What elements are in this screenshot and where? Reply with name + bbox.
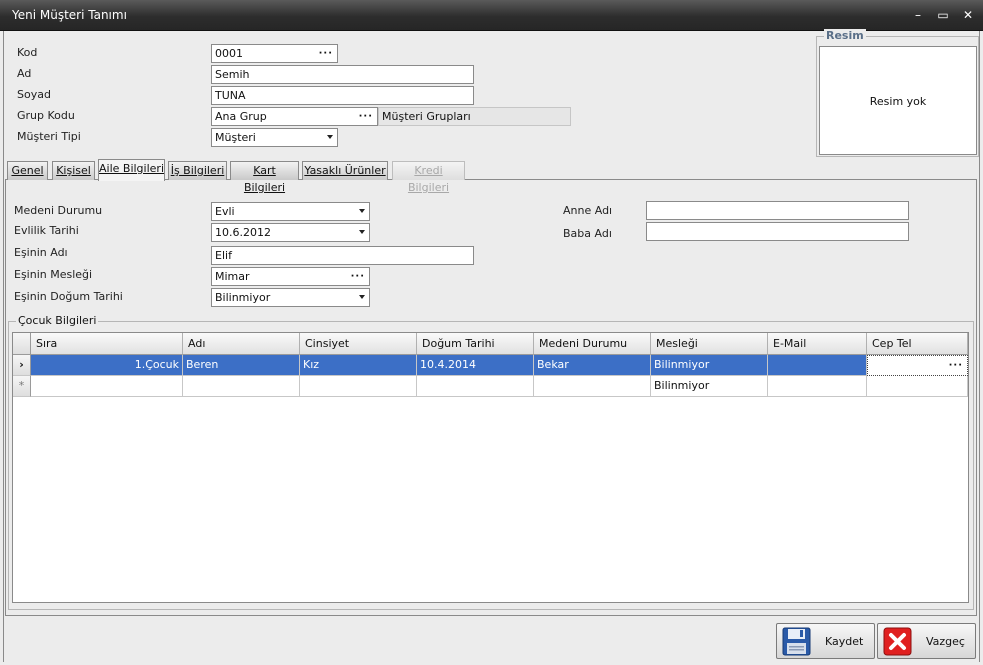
tip-select[interactable]: Müşteri: [211, 128, 338, 147]
chevron-down-icon[interactable]: [327, 135, 333, 139]
es-meslek-field[interactable]: Mimar ···: [211, 267, 370, 286]
evlilik-label: Evlilik Tarihi: [14, 224, 79, 237]
minimize-icon[interactable]: –: [909, 7, 927, 23]
es-meslek-value: Mimar: [215, 270, 250, 283]
table-cell-adi[interactable]: Beren: [183, 355, 300, 376]
new-row-indicator-icon[interactable]: *: [13, 376, 31, 397]
es-meslek-ellipsis-icon[interactable]: ···: [351, 268, 365, 285]
save-button-label: Kaydet: [825, 635, 864, 648]
grid-corner: [13, 333, 31, 355]
tab-kart-bilgileri[interactable]: Kart Bilgileri: [230, 161, 299, 194]
kod-ellipsis-icon[interactable]: ···: [319, 45, 333, 62]
medeni-label: Medeni Durumu: [14, 204, 103, 217]
new-row-cell-meslek[interactable]: Bilinmiyor: [651, 376, 768, 397]
ad-value: Semih: [215, 68, 250, 81]
table-cell-email[interactable]: [768, 355, 867, 376]
anne-label: Anne Adı: [563, 204, 613, 217]
kod-value: 0001: [215, 47, 243, 60]
children-legend: Çocuk Bilgileri: [16, 314, 99, 327]
chevron-down-icon[interactable]: [359, 295, 365, 299]
es-meslek-label: Eşinin Mesleği: [14, 268, 93, 281]
row-indicator-icon[interactable]: ›: [13, 355, 31, 376]
grup-description: Müşteri Grupları: [378, 107, 571, 126]
new-row-cell-cinsiyet[interactable]: [300, 376, 417, 397]
grup-label: Grup Kodu: [17, 109, 75, 122]
col-header-meslegi[interactable]: Mesleği: [651, 333, 768, 355]
chevron-down-icon[interactable]: [359, 230, 365, 234]
save-button[interactable]: Kaydet: [776, 623, 875, 659]
tab-kisisel[interactable]: Kişisel: [52, 161, 95, 180]
title-bar: Yeni Müşteri Tanımı – ▭ ✕: [0, 0, 983, 31]
col-header-dogum-tarihi[interactable]: Doğum Tarihi: [417, 333, 534, 355]
col-header-cep-tel[interactable]: Cep Tel: [867, 333, 968, 355]
grup-desc-value: Müşteri Grupları: [382, 110, 471, 123]
new-row-cell-adi[interactable]: [183, 376, 300, 397]
table-cell-medeni[interactable]: Bekar: [534, 355, 651, 376]
es-adi-field[interactable]: Elif: [211, 246, 474, 265]
soyad-field[interactable]: TUNA: [211, 86, 474, 105]
table-cell-meslek[interactable]: Bilinmiyor: [651, 355, 768, 376]
col-header-email[interactable]: E-Mail: [768, 333, 867, 355]
table-cell-sira[interactable]: 1.Çocuk: [31, 355, 183, 376]
new-row-cell-email[interactable]: [768, 376, 867, 397]
soyad-label: Soyad: [17, 88, 51, 101]
image-legend: Resim: [824, 29, 866, 42]
close-x-icon: [883, 627, 912, 656]
table-cell-dogum[interactable]: 10.4.2014: [417, 355, 534, 376]
baba-field[interactable]: [646, 222, 909, 241]
kod-field[interactable]: 0001 ···: [211, 44, 338, 63]
cancel-button-label: Vazgeç: [926, 635, 965, 648]
grup-value: Ana Grup: [215, 110, 267, 123]
col-header-adi[interactable]: Adı: [183, 333, 300, 355]
medeni-value: Evli: [215, 205, 235, 218]
window-title: Yeni Müşteri Tanımı: [12, 8, 127, 22]
col-header-cinsiyet[interactable]: Cinsiyet: [300, 333, 417, 355]
new-row-cell-medeni[interactable]: [534, 376, 651, 397]
new-row-cell-sira[interactable]: [31, 376, 183, 397]
cancel-button[interactable]: Vazgeç: [877, 623, 976, 659]
tab-yasakli-urunler[interactable]: Yasaklı Ürünler: [302, 161, 388, 180]
evlilik-date-picker[interactable]: 10.6.2012: [211, 223, 370, 242]
table-cell-cep-tel-editor[interactable]: ···: [867, 355, 968, 376]
maximize-icon[interactable]: ▭: [934, 7, 952, 23]
es-dogum-select[interactable]: Bilinmiyor: [211, 288, 370, 307]
cep-tel-ellipsis-icon[interactable]: ···: [949, 356, 963, 375]
grup-ellipsis-icon[interactable]: ···: [359, 108, 373, 125]
es-dogum-value: Bilinmiyor: [215, 291, 271, 304]
ad-label: Ad: [17, 67, 32, 80]
soyad-value: TUNA: [215, 89, 246, 102]
es-adi-label: Eşinin Adı: [14, 246, 68, 259]
tab-aile-bilgileri[interactable]: Aile Bilgileri: [98, 159, 165, 181]
tip-label: Müşteri Tipi: [17, 130, 81, 143]
medeni-select[interactable]: Evli: [211, 202, 370, 221]
tab-genel[interactable]: Genel: [7, 161, 48, 180]
children-grid[interactable]: Sıra Adı Cinsiyet Doğum Tarihi Medeni Du…: [12, 332, 969, 603]
new-row-cell-dogum[interactable]: [417, 376, 534, 397]
baba-label: Baba Adı: [563, 227, 612, 240]
close-icon[interactable]: ✕: [959, 7, 977, 23]
table-cell-cinsiyet[interactable]: Kız: [300, 355, 417, 376]
es-dogum-label: Eşinin Doğum Tarihi: [14, 290, 123, 303]
chevron-down-icon[interactable]: [359, 209, 365, 213]
image-placeholder: Resim yok: [869, 95, 927, 108]
tip-value: Müşteri: [215, 131, 256, 144]
new-row-cell-cep-tel[interactable]: [867, 376, 968, 397]
grup-field[interactable]: Ana Grup ···: [211, 107, 378, 126]
tab-is-bilgileri[interactable]: İş Bilgileri: [168, 161, 227, 180]
col-header-sira[interactable]: Sıra: [31, 333, 183, 355]
ad-field[interactable]: Semih: [211, 65, 474, 84]
floppy-disk-icon: [782, 627, 811, 656]
tab-kredi-bilgileri: Kredi Bilgileri: [392, 161, 465, 194]
col-header-medeni-durumu[interactable]: Medeni Durumu: [534, 333, 651, 355]
evlilik-value: 10.6.2012: [215, 226, 271, 239]
anne-field[interactable]: [646, 201, 909, 220]
kod-label: Kod: [17, 46, 38, 59]
es-adi-value: Elif: [215, 249, 232, 262]
